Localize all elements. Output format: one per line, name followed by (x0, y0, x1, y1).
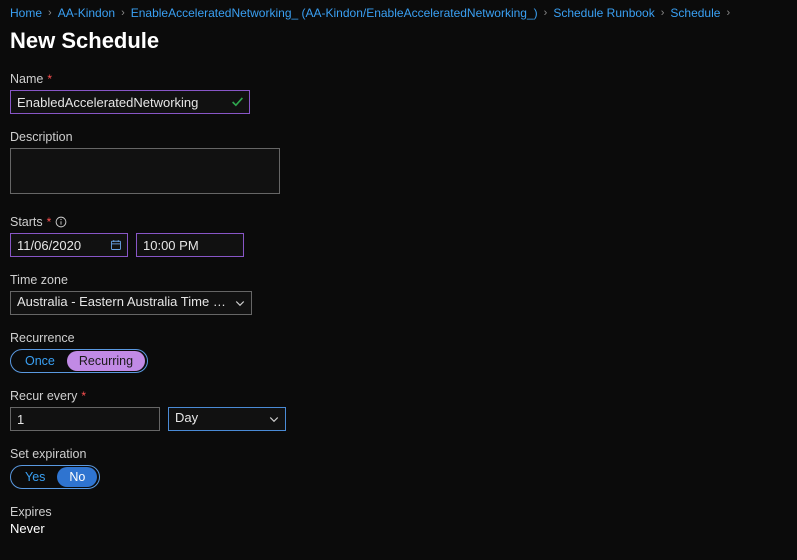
set-expiration-label: Set expiration (10, 447, 787, 461)
page-title: New Schedule (10, 28, 787, 54)
expiration-option-no[interactable]: No (57, 467, 97, 487)
chevron-right-icon: › (542, 7, 550, 19)
chevron-right-icon: › (659, 7, 667, 19)
starts-label: Starts* (10, 215, 787, 229)
expires-value: Never (10, 521, 787, 536)
recurrence-option-recurring[interactable]: Recurring (67, 351, 145, 371)
description-label: Description (10, 130, 787, 144)
name-input[interactable] (10, 90, 250, 114)
required-indicator: * (47, 72, 52, 86)
expires-label: Expires (10, 505, 787, 519)
recurrence-toggle[interactable]: Once Recurring (10, 349, 148, 373)
timezone-label: Time zone (10, 273, 787, 287)
checkmark-icon (231, 96, 244, 109)
recurrence-option-once[interactable]: Once (13, 351, 67, 371)
chevron-right-icon: › (46, 7, 54, 19)
breadcrumb-item[interactable]: Home (10, 6, 42, 20)
timezone-select[interactable]: Australia - Eastern Australia Time (Sydn… (10, 291, 252, 315)
description-input[interactable] (10, 148, 280, 194)
chevron-right-icon: › (119, 7, 127, 19)
recur-unit-select[interactable]: Day (168, 407, 286, 431)
recur-every-input[interactable] (10, 407, 160, 431)
expiration-option-yes[interactable]: Yes (13, 467, 57, 487)
calendar-icon[interactable] (110, 239, 122, 251)
breadcrumb: Home › AA-Kindon › EnableAcceleratedNetw… (10, 4, 787, 26)
set-expiration-toggle[interactable]: Yes No (10, 465, 100, 489)
breadcrumb-item[interactable]: AA-Kindon (58, 6, 115, 20)
recur-every-label: Recur every* (10, 389, 787, 403)
required-indicator: * (81, 389, 86, 403)
info-icon (55, 216, 67, 228)
breadcrumb-item[interactable]: Schedule (670, 6, 720, 20)
recurrence-label: Recurrence (10, 331, 787, 345)
required-indicator: * (47, 215, 52, 229)
breadcrumb-item[interactable]: Schedule Runbook (553, 6, 654, 20)
breadcrumb-item[interactable]: EnableAcceleratedNetworking_ (AA-Kindon/… (131, 6, 538, 20)
name-label: Name* (10, 72, 787, 86)
start-time-input[interactable] (136, 233, 244, 257)
chevron-right-icon: › (724, 7, 732, 19)
